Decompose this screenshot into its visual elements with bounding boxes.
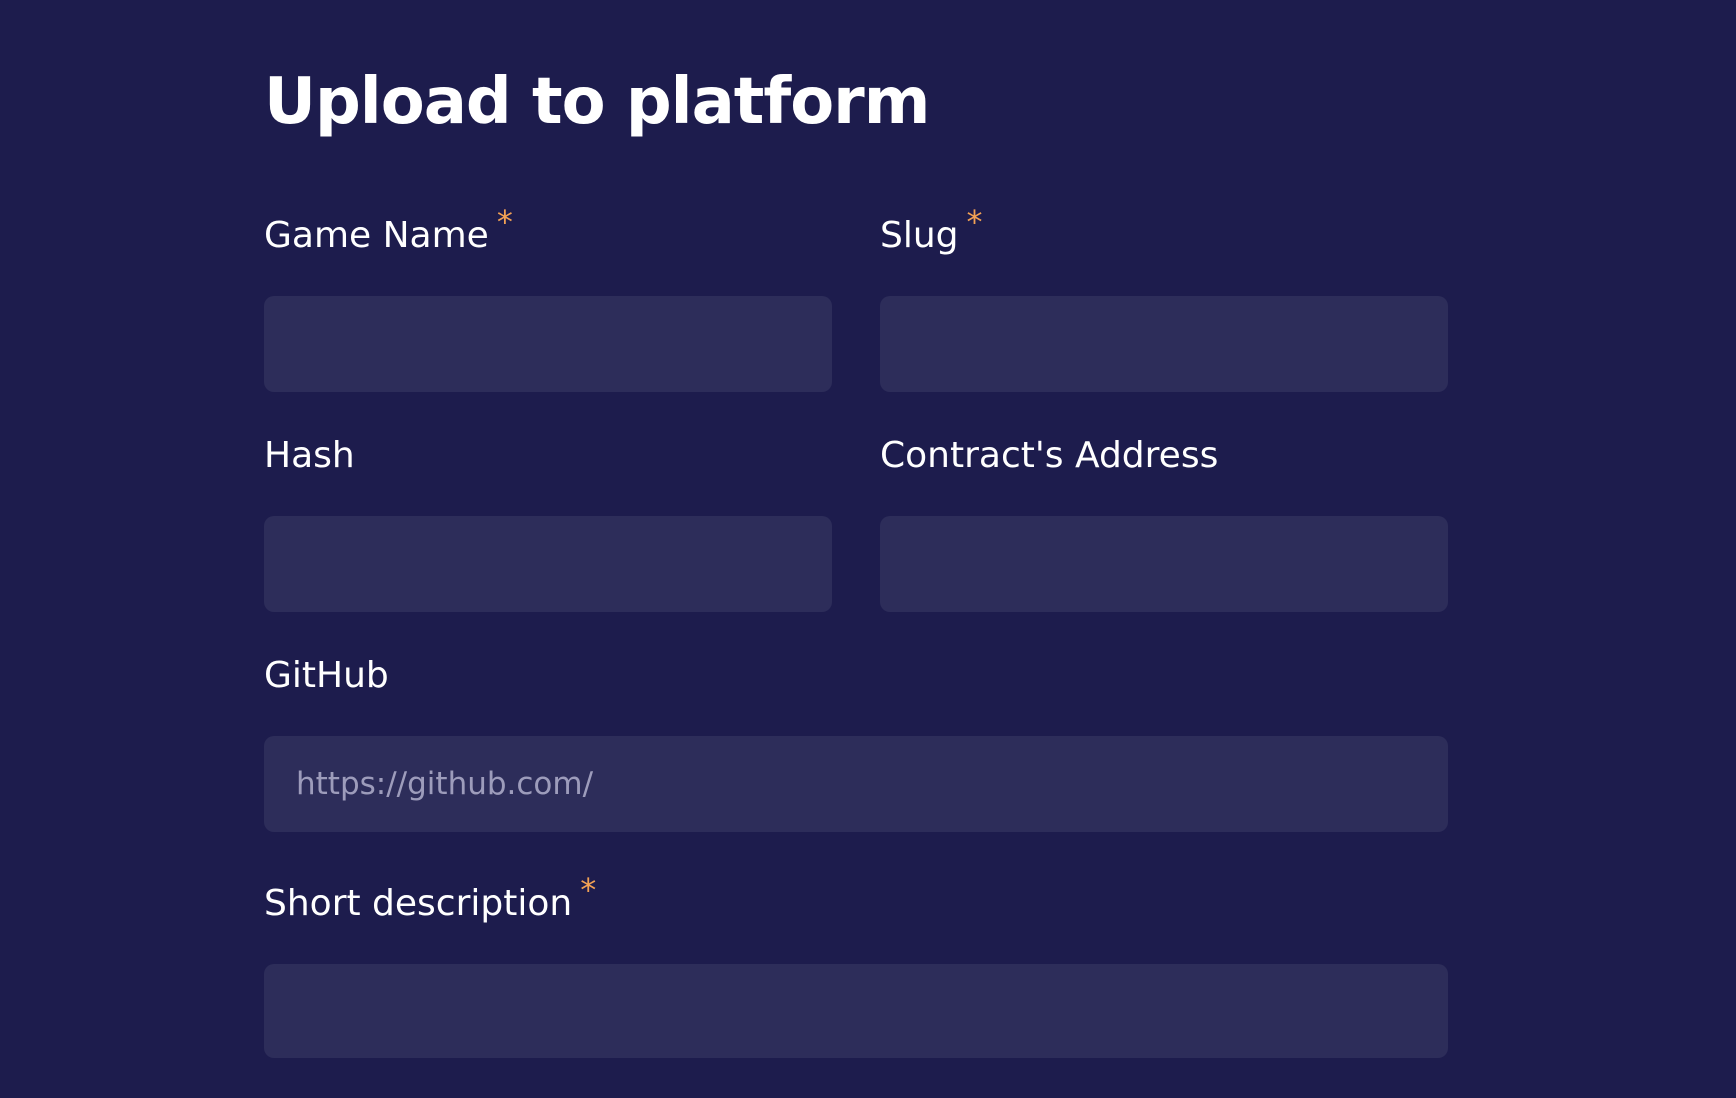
short-description-field: Short description * xyxy=(264,871,1448,1058)
github-input[interactable] xyxy=(264,736,1448,832)
required-star-icon: * xyxy=(966,203,983,241)
contract-address-field: Contract's Address xyxy=(880,434,1448,612)
hash-input[interactable] xyxy=(264,516,832,612)
page-title: Upload to platform xyxy=(264,65,930,139)
required-star-icon: * xyxy=(580,871,597,909)
hash-label-text: Hash xyxy=(264,435,355,476)
slug-label: Slug * xyxy=(880,203,1448,258)
github-label-text: GitHub xyxy=(264,655,389,696)
github-field: GitHub xyxy=(264,654,1448,832)
slug-field: Slug * xyxy=(880,203,1448,392)
hash-field: Hash xyxy=(264,434,832,612)
short-description-label: Short description * xyxy=(264,871,1448,926)
contract-address-label-text: Contract's Address xyxy=(880,435,1219,476)
game-name-field: Game Name * xyxy=(264,203,832,392)
game-name-label: Game Name * xyxy=(264,203,832,258)
game-name-label-text: Game Name xyxy=(264,215,489,256)
contract-address-label: Contract's Address xyxy=(880,434,1448,478)
required-star-icon: * xyxy=(496,203,513,241)
game-name-input[interactable] xyxy=(264,296,832,392)
contract-address-input[interactable] xyxy=(880,516,1448,612)
slug-input[interactable] xyxy=(880,296,1448,392)
short-description-label-text: Short description xyxy=(264,883,573,924)
hash-label: Hash xyxy=(264,434,832,478)
slug-label-text: Slug xyxy=(880,215,959,256)
github-label: GitHub xyxy=(264,654,1448,698)
short-description-input[interactable] xyxy=(264,964,1448,1058)
